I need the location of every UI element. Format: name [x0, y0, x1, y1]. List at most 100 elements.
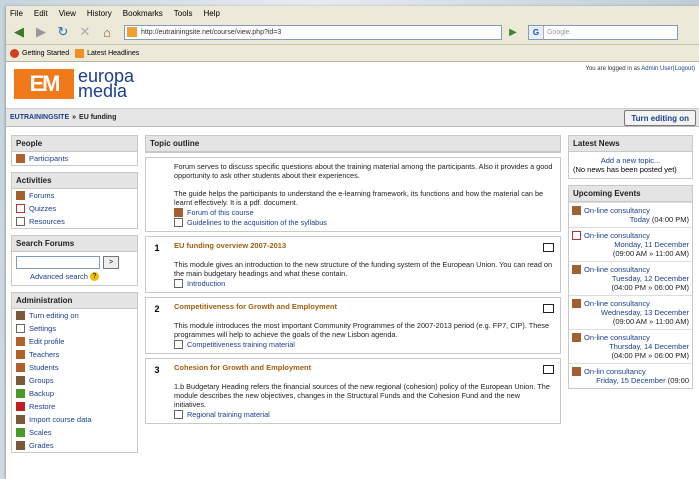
show-only-topic-icon[interactable]: [543, 243, 554, 252]
admin-import-course-data[interactable]: Import course data: [12, 413, 137, 426]
event-date[interactable]: Monday, 11 December: [572, 240, 689, 249]
settings-icon: [16, 324, 25, 333]
forum-icon: [174, 208, 183, 217]
section-3: 3 Cohesion for Growth and Employment 1.b…: [145, 358, 561, 424]
guidelines-link[interactable]: Guidelines to the acquisition of the syl…: [174, 218, 554, 227]
admin-backup[interactable]: Backup: [12, 387, 137, 400]
event-date[interactable]: Thursday, 14 December: [572, 342, 689, 351]
back-arrow-icon[interactable]: ◀: [10, 23, 28, 41]
bookmark-latest-headlines[interactable]: Latest Headlines: [75, 48, 139, 58]
user-link[interactable]: Admin User: [641, 66, 672, 72]
go-arrow-icon[interactable]: ▶: [506, 25, 520, 39]
section-text: This module gives an introduction to the…: [174, 260, 553, 278]
intro-section: Forum serves to discuss specific questio…: [145, 157, 561, 232]
menu-edit[interactable]: Edit: [34, 9, 48, 18]
event-date[interactable]: Friday, 15 December (09:00: [572, 376, 689, 385]
firefox-icon: [10, 48, 19, 58]
participants-link[interactable]: Participants: [12, 152, 137, 165]
document-icon: [174, 410, 183, 419]
show-only-topic-icon[interactable]: [543, 365, 554, 374]
admin-groups[interactable]: Groups: [12, 374, 137, 387]
admin-edit-profile[interactable]: Edit profile: [12, 335, 137, 348]
event-link[interactable]: On-line consultancy: [572, 231, 689, 240]
turn-editing-on-button[interactable]: Turn editing on: [624, 110, 696, 126]
admin-teachers[interactable]: Teachers: [12, 348, 137, 361]
menu-history[interactable]: History: [87, 9, 112, 18]
event-item: On-line consultancy Tuesday, 12 December…: [569, 261, 692, 295]
teachers-icon: [16, 350, 25, 359]
upcoming-events-block: Upcoming Events On-line consultancy Toda…: [568, 185, 693, 389]
topic-outline-header: Topic outline: [145, 135, 561, 153]
groups-icon: [16, 376, 25, 385]
admin-settings[interactable]: Settings: [12, 322, 137, 335]
event-link[interactable]: On-line consultancy: [572, 265, 689, 274]
logout-link[interactable]: (Logout): [673, 66, 695, 72]
search-forums-title: Search Forums: [12, 236, 137, 252]
show-only-topic-icon[interactable]: [543, 304, 554, 313]
admin-turn-editing-on[interactable]: Turn editing on: [12, 309, 137, 322]
quiz-icon: [16, 204, 25, 213]
section-title: Competitiveness for Growth and Employmen…: [174, 302, 337, 311]
forum-of-course-link[interactable]: Forum of this course: [174, 208, 554, 217]
introduction-link[interactable]: Introduction: [174, 279, 554, 288]
administration-title: Administration: [12, 293, 137, 309]
event-item: On-line consultancy Today (04:00 PM): [569, 202, 692, 227]
event-icon: [572, 265, 581, 274]
search-box[interactable]: G Google: [528, 24, 678, 40]
event-time: (04:00 PM » 06:00 PM): [611, 283, 689, 292]
menu-help[interactable]: Help: [203, 9, 219, 18]
address-bar[interactable]: http://eutrainingsite.net/course/view.ph…: [124, 24, 502, 40]
event-icon: [572, 206, 581, 215]
site-header: EM europa media You are logged in as Adm…: [6, 62, 699, 109]
quizzes-link[interactable]: Quizzes: [12, 202, 137, 215]
add-topic-link[interactable]: Add a new topic...: [573, 156, 688, 165]
forums-link[interactable]: Forums: [12, 189, 137, 202]
help-icon[interactable]: ?: [89, 272, 99, 281]
event-link[interactable]: On-line consultancy: [572, 299, 689, 308]
section-text: 1.b Budgetary Heading refers the financi…: [174, 382, 550, 409]
resources-link[interactable]: Resources: [12, 215, 137, 228]
breadcrumb-sep: »: [72, 114, 77, 121]
calendar-icon: [572, 231, 581, 240]
event-link[interactable]: On-line consultancy: [572, 333, 689, 342]
event-icon: [572, 333, 581, 342]
activities-block: Activities Forums Quizzes Resources: [11, 172, 138, 229]
competitiveness-link[interactable]: Competitiveness training material: [174, 340, 554, 349]
admin-grades[interactable]: Grades: [12, 439, 137, 452]
forum-search-input[interactable]: [16, 256, 100, 269]
section-text: This module introduces the most importan…: [174, 321, 550, 339]
forum-icon: [16, 191, 25, 200]
section-title: EU funding overview 2007-2013: [174, 241, 287, 250]
menu-tools[interactable]: Tools: [174, 9, 193, 18]
bookmark-getting-started[interactable]: Getting Started: [10, 48, 69, 58]
admin-students[interactable]: Students: [12, 361, 137, 374]
regional-link[interactable]: Regional training material: [174, 410, 554, 419]
section-number: 1: [154, 243, 160, 253]
google-icon[interactable]: G: [529, 25, 544, 39]
menu-bookmarks[interactable]: Bookmarks: [123, 9, 163, 18]
europa-media-logo[interactable]: EM europa media: [14, 67, 134, 100]
reload-icon[interactable]: ↻: [54, 23, 72, 41]
breadcrumb-site[interactable]: EUTRAININGSITE: [10, 114, 69, 121]
event-date[interactable]: Tuesday, 12 December: [572, 274, 689, 283]
admin-restore[interactable]: Restore: [12, 400, 137, 413]
event-link[interactable]: On-line consultancy: [572, 206, 689, 215]
event-date[interactable]: Wednesday, 13 December: [572, 308, 689, 317]
backup-icon: [16, 389, 25, 398]
event-date[interactable]: Today (04:00 PM): [572, 215, 689, 224]
grades-icon: [16, 441, 25, 450]
menu-file[interactable]: File: [10, 9, 23, 18]
stop-icon[interactable]: ✕: [76, 23, 94, 41]
event-item: On-lin consultancy Friday, 15 December (…: [569, 363, 692, 388]
forward-arrow-icon[interactable]: ▶: [32, 23, 50, 41]
left-column: People Participants Activities Forums Qu…: [11, 135, 138, 459]
menu-view[interactable]: View: [59, 9, 76, 18]
event-link[interactable]: On-lin consultancy: [572, 367, 689, 376]
home-icon[interactable]: ⌂: [98, 23, 116, 41]
profile-icon: [16, 337, 25, 346]
forum-search-button[interactable]: >: [103, 256, 119, 269]
advanced-search-link[interactable]: Advanced search?: [30, 272, 133, 281]
event-time: (09:00 AM » 11:00 AM): [612, 249, 689, 258]
admin-scales[interactable]: Scales: [12, 426, 137, 439]
event-item: On-line consultancy Wednesday, 13 Decemb…: [569, 295, 692, 329]
